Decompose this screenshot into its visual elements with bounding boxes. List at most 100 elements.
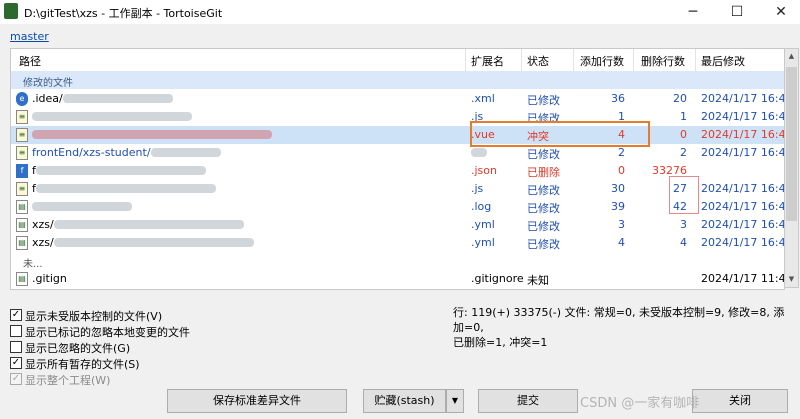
- added-lines: 2: [618, 146, 625, 159]
- stash-button[interactable]: 贮藏(stash): [363, 389, 446, 413]
- file-icon: ▤: [16, 218, 28, 232]
- last-modified: 2024/1/17 16:47: [701, 128, 785, 141]
- last-modified: 2024/1/17 16:47: [701, 200, 785, 213]
- column-divider[interactable]: [633, 49, 634, 71]
- deleted-lines: 1: [680, 110, 687, 123]
- file-path: frontEnd/xzs-student/: [32, 146, 221, 159]
- file-row[interactable]: ▤ xzs/ .yml 已修改 4 4 2024/1/17 16:47: [11, 234, 784, 252]
- last-modified: 2024/1/17 16:47: [701, 146, 785, 159]
- show-ignored-checkbox[interactable]: [10, 341, 22, 353]
- git-file-icon: ≡: [16, 182, 28, 196]
- file-status: 已修改: [527, 202, 560, 215]
- group-modified-files[interactable]: 修改的文件: [11, 71, 784, 89]
- last-modified: 2024/1/17 16:47: [701, 92, 785, 105]
- file-icon: ▤: [16, 272, 28, 286]
- file-row[interactable]: ≡ .js 已修改 1 1 2024/1/17 16:47: [11, 108, 784, 126]
- column-deleted-header[interactable]: 删除行数: [641, 53, 685, 69]
- column-modified-header[interactable]: 最后修改: [701, 53, 745, 69]
- show-ignore-local-checkbox[interactable]: [10, 325, 22, 337]
- column-divider[interactable]: [521, 49, 522, 71]
- file-ext: .log: [471, 200, 492, 213]
- show-ignore-local-label: 显示已标记的忽略本地变更的文件: [25, 326, 190, 339]
- file-ext: .yml: [471, 236, 495, 249]
- column-divider[interactable]: [573, 49, 574, 71]
- file-path: xzs/: [32, 236, 254, 249]
- vertical-scrollbar[interactable]: ▲ ▼: [784, 48, 799, 288]
- column-ext-header[interactable]: 扩展名: [471, 53, 504, 69]
- file-status: 已修改: [527, 184, 560, 197]
- status-line-1: 行: 119(+) 33375(-) 文件: 常规=0, 未受版本控制=9, 修…: [453, 306, 785, 334]
- added-lines: 30: [611, 182, 625, 195]
- show-unversioned-label: 显示未受版本控制的文件(V): [25, 310, 163, 323]
- column-divider[interactable]: [695, 49, 696, 71]
- file-ext: .json: [471, 164, 497, 177]
- last-modified: 2024/1/17 16:47: [701, 182, 785, 195]
- watermark: CSDN @一家有咖啡: [580, 396, 700, 411]
- list-header: 路径 扩展名 状态 添加行数 删除行数 最后修改: [11, 49, 784, 72]
- added-lines: 36: [611, 92, 625, 105]
- show-whole-project-checkbox[interactable]: ✓: [10, 373, 22, 385]
- file-status: 已修改: [527, 94, 560, 107]
- scroll-up-icon[interactable]: ▲: [785, 49, 798, 64]
- column-status-header[interactable]: 状态: [527, 53, 549, 69]
- close-button[interactable]: 关闭: [692, 389, 788, 413]
- file-row[interactable]: ▤ xzs/ .yml 已修改 3 3 2024/1/17 16:47: [11, 216, 784, 234]
- window-title: D:\gitTest\xzs - 工作副本 - TortoiseGit: [24, 7, 223, 20]
- file-path: xzs/: [32, 218, 244, 231]
- title-bar: D:\gitTest\xzs - 工作副本 - TortoiseGit ─ ☐ …: [0, 0, 800, 24]
- file-path: .gitign: [32, 272, 67, 285]
- file-path: .idea/: [32, 92, 173, 105]
- file-icon: ▤: [16, 236, 28, 250]
- last-modified: 2024/1/17 16:47: [701, 110, 785, 123]
- file-ext: .yml: [471, 218, 495, 231]
- group-unversioned-files[interactable]: 未...: [11, 252, 784, 270]
- scroll-down-icon[interactable]: ▼: [785, 272, 798, 287]
- show-unversioned-checkbox[interactable]: ✓: [10, 309, 22, 321]
- save-diff-button[interactable]: 保存标准差异文件: [167, 389, 347, 413]
- minimize-button[interactable]: ─: [676, 2, 710, 22]
- deleted-lines: 20: [673, 92, 687, 105]
- file-ext: .gitignore: [471, 272, 524, 285]
- file-list[interactable]: 路径 扩展名 状态 添加行数 删除行数 最后修改 修改的文件 e .idea/ …: [10, 48, 785, 290]
- edge-file-icon: e: [16, 92, 28, 106]
- file-icon: f: [16, 164, 28, 178]
- deleted-lines: 4: [680, 236, 687, 249]
- column-path-header[interactable]: 路径: [19, 53, 41, 69]
- file-path: f: [32, 164, 206, 177]
- file-row[interactable]: ▤ .gitign .gitignore 未知 2024/1/17 11:44: [11, 270, 784, 288]
- git-file-icon: ≡: [16, 146, 28, 160]
- show-whole-project-label: 显示整个工程(W): [25, 374, 111, 387]
- stash-dropdown-arrow-icon[interactable]: ▼: [446, 389, 464, 413]
- file-status: 已修改: [527, 148, 560, 161]
- scroll-thumb[interactable]: [786, 67, 797, 221]
- status-summary: 行: 119(+) 33375(-) 文件: 常规=0, 未受版本控制=9, 修…: [453, 305, 793, 350]
- conflict-highlight-box: [470, 121, 650, 147]
- file-status: 未知: [527, 274, 549, 287]
- git-file-icon: ≡: [16, 128, 28, 142]
- highlight-box: [669, 176, 699, 214]
- file-row[interactable]: ≡ frontEnd/xzs-student/ 已修改 2 2 2024/1/1…: [11, 144, 784, 162]
- close-window-button[interactable]: ✕: [764, 2, 798, 22]
- last-modified: 2024/1/17 11:44: [701, 272, 785, 285]
- show-staged-checkbox[interactable]: ✓: [10, 357, 22, 369]
- status-line-2: 已删除=1, 冲突=1: [453, 336, 548, 349]
- column-divider[interactable]: [465, 49, 466, 71]
- added-lines: 4: [618, 236, 625, 249]
- file-icon: ▤: [16, 200, 28, 214]
- file-status: 已修改: [527, 238, 560, 251]
- file-status: 已删除: [527, 166, 560, 179]
- branch-link[interactable]: master: [10, 30, 49, 43]
- file-ext: .xml: [471, 92, 495, 105]
- maximize-button[interactable]: ☐: [720, 2, 754, 22]
- added-lines: 0: [618, 164, 625, 177]
- last-modified: 2024/1/17 16:47: [701, 236, 785, 249]
- commit-button[interactable]: 提交: [478, 389, 578, 413]
- deleted-lines: 2: [680, 146, 687, 159]
- column-added-header[interactable]: 添加行数: [580, 53, 624, 69]
- file-row[interactable]: e .idea/ .xml 已修改 36 20 2024/1/17 16:47: [11, 90, 784, 108]
- file-row-conflict[interactable]: ≡ .vue 冲突 4 0 2024/1/17 16:47: [11, 126, 784, 144]
- file-path: f: [32, 182, 216, 195]
- show-ignored-label: 显示已忽略的文件(G): [25, 342, 131, 355]
- file-status: 已修改: [527, 220, 560, 233]
- deleted-lines: 0: [680, 128, 687, 141]
